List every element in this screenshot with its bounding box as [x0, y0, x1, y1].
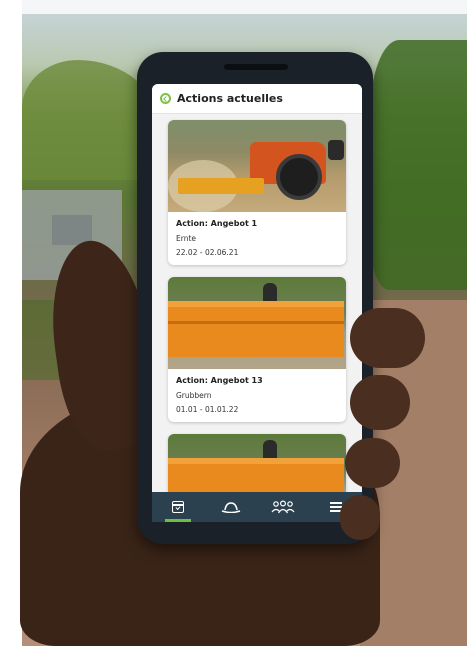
phone-speaker [224, 64, 288, 70]
action-card[interactable]: Action: Angebot 13 Grubbern 01.01 - 01.0… [168, 277, 346, 422]
people-group-icon [271, 500, 295, 514]
calendar-check-icon [172, 501, 185, 513]
finger [340, 495, 380, 540]
bottom-tab-bar [152, 492, 362, 522]
action-card[interactable]: Action: Angebot 1 Ernte 22.02 - 02.06.21 [168, 120, 346, 265]
action-dates: 01.01 - 01.01.22 [176, 405, 239, 414]
farmer-hat-icon [221, 502, 240, 513]
finger [345, 438, 400, 488]
tractor-wheel [276, 154, 322, 200]
action-card-body: Action: Angebot 13 Grubbern 01.01 - 01.0… [168, 369, 346, 422]
tab-group[interactable] [268, 495, 298, 519]
action-card-body: Action: Angebot 1 Ernte 22.02 - 02.06.21 [168, 212, 346, 265]
finger [350, 375, 410, 430]
trailer [168, 307, 344, 357]
orange-trailer-photo [168, 277, 346, 369]
back-circle-icon[interactable] [160, 93, 171, 104]
action-list[interactable]: Action: Angebot 1 Ernte 22.02 - 02.06.21… [152, 114, 362, 522]
tab-farmer[interactable] [216, 495, 246, 519]
action-title: Action: Angebot 13 [176, 376, 263, 385]
tractor-harrow-photo [168, 120, 346, 212]
tab-calendar[interactable] [163, 495, 193, 522]
finger [350, 308, 425, 368]
top-margin [0, 0, 467, 14]
trailer-line [168, 321, 344, 324]
action-dates: 22.02 - 02.06.21 [176, 248, 239, 257]
action-type: Grubbern [176, 391, 212, 400]
left-margin [0, 0, 22, 646]
app-header: Actions actuelles [152, 84, 362, 114]
action-type: Ernte [176, 234, 196, 243]
tractor-cab [328, 140, 344, 160]
page-title: Actions actuelles [177, 92, 283, 105]
harrow [178, 178, 264, 194]
phone-screen: Actions actuelles Action: Angebot 1 Ernt… [152, 84, 362, 522]
background-trees [370, 40, 467, 290]
action-title: Action: Angebot 1 [176, 219, 258, 228]
